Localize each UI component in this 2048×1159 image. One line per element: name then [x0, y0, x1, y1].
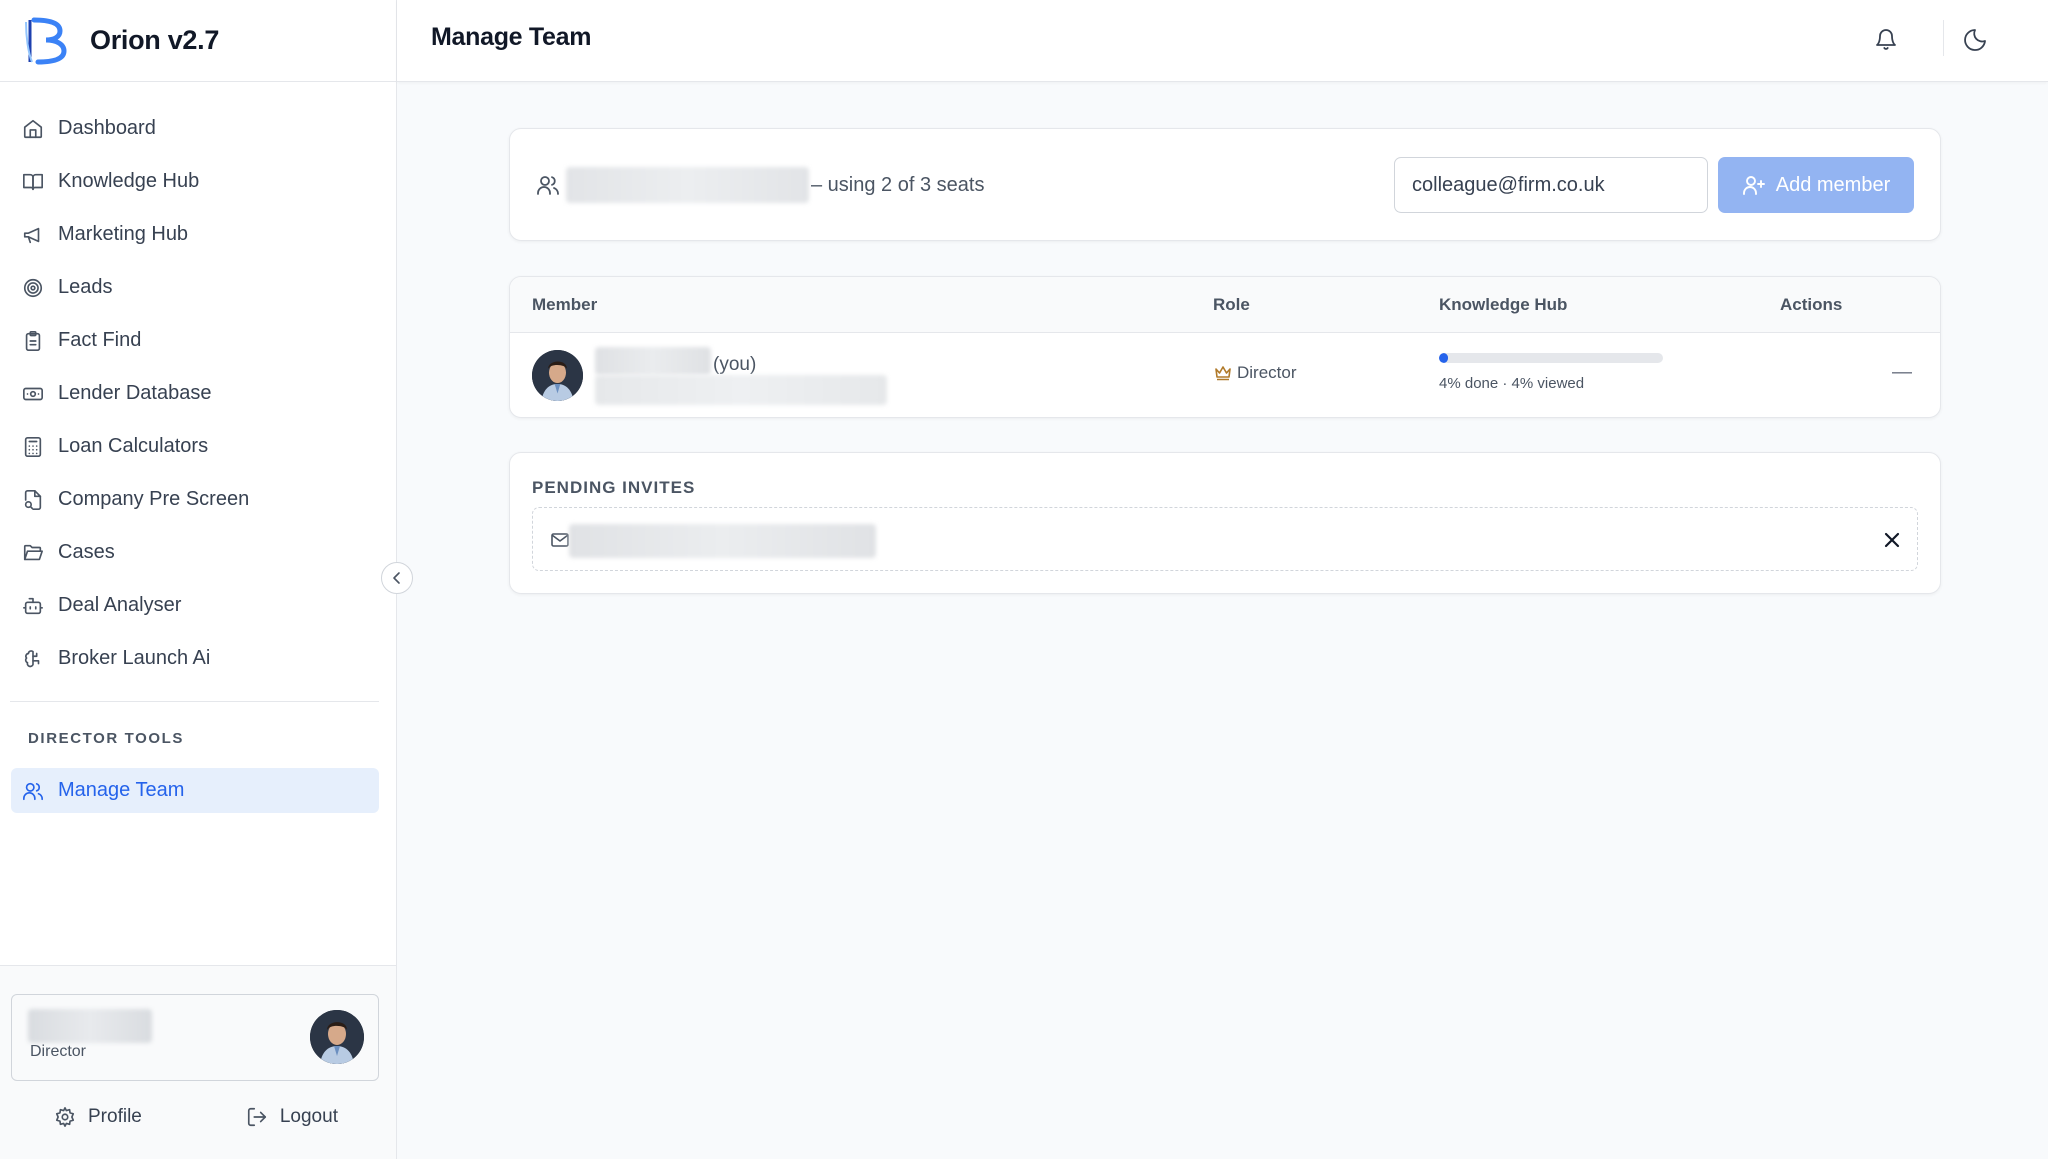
brain-icon — [24, 649, 40, 667]
profile-label: Profile — [88, 1106, 142, 1127]
column-header-knowledge-hub: Knowledge Hub — [1439, 295, 1568, 314]
members-table: Member Role Knowledge Hub Actions (you) … — [509, 276, 1941, 418]
bot-icon — [23, 597, 43, 614]
you-label: (you) — [713, 354, 757, 375]
sidebar-item-manage-team[interactable]: Manage Team — [11, 768, 379, 813]
avatar-photo-icon — [532, 350, 583, 401]
brand: Orion v2.7 — [0, 0, 396, 82]
table-row: (you) Director 4% done · 4% viewed — — [510, 333, 1940, 417]
seats-summary: – using 2 of 3 seats — [811, 174, 985, 196]
clipboard-icon — [25, 330, 41, 351]
row-action-placeholder: — — [1892, 361, 1912, 383]
redacted-user-name — [28, 1009, 152, 1043]
sidebar-item-loan-calculators[interactable]: Loan Calculators — [0, 420, 396, 473]
sidebar-item-label: Cases — [58, 541, 115, 563]
sidebar-item-company-pre-screen[interactable]: Company Pre Screen — [0, 473, 396, 526]
logout-link[interactable]: Logout — [246, 1106, 338, 1128]
users-icon — [23, 782, 43, 800]
add-member-button[interactable]: Add member — [1718, 157, 1914, 213]
user-role: Director — [30, 1043, 87, 1060]
sidebar-item-leads[interactable]: Leads — [0, 261, 396, 314]
redacted-invite-email — [569, 524, 876, 558]
sidebar-item-broker-launch-ai[interactable]: Broker Launch Ai — [0, 632, 396, 685]
column-header-member: Member — [532, 295, 598, 314]
calculator-icon — [24, 436, 42, 457]
pending-invites-heading: PENDING INVITES — [532, 478, 696, 497]
chevron-left-icon — [393, 572, 400, 584]
logout-label: Logout — [279, 1106, 338, 1127]
column-header-actions: Actions — [1780, 295, 1843, 314]
banknote-icon — [23, 387, 43, 400]
gear-icon — [55, 1107, 75, 1127]
role-label: Director — [1237, 363, 1297, 382]
topbar: Manage Team — [397, 0, 2048, 82]
sidebar-item-label: Company Pre Screen — [58, 488, 250, 510]
book-open-icon — [23, 173, 43, 190]
progress-text: 4% done · 4% viewed — [1439, 375, 1585, 392]
sidebar-item-dashboard[interactable]: Dashboard — [0, 102, 396, 155]
redacted-member-name — [595, 347, 711, 375]
collapse-sidebar-button[interactable] — [381, 562, 413, 594]
avatar[interactable] — [310, 1010, 364, 1064]
sidebar-item-label: Lender Database — [58, 382, 212, 404]
users-icon — [537, 176, 559, 195]
file-search-icon — [24, 489, 42, 510]
user-area: Director Profile Logout — [0, 965, 396, 1159]
mail-icon — [551, 533, 569, 547]
column-header-role: Role — [1213, 295, 1250, 314]
brand-name: Orion v2.7 — [90, 25, 220, 55]
add-member-label: Add member — [1775, 173, 1891, 196]
progress-fill — [1439, 353, 1448, 363]
sidebar-item-label: Manage Team — [58, 779, 185, 801]
megaphone-icon — [23, 227, 40, 243]
user-card[interactable]: Director — [11, 994, 379, 1081]
avatar-photo-icon — [310, 1010, 364, 1064]
redacted-member-email — [595, 375, 887, 405]
profile-link[interactable]: Profile — [54, 1106, 142, 1128]
role-cell: Director — [1213, 363, 1297, 383]
moon-icon[interactable] — [1961, 24, 1991, 54]
sidebar-item-lender-database[interactable]: Lender Database — [0, 367, 396, 420]
sidebar-item-label: Loan Calculators — [58, 435, 209, 457]
user-links: Profile Logout — [0, 1106, 396, 1128]
sidebar-item-label: Deal Analyser — [58, 594, 182, 616]
sidebar-item-fact-find[interactable]: Fact Find — [0, 314, 396, 367]
crown-icon — [1215, 366, 1231, 381]
sidebar-item-label: Leads — [58, 276, 113, 298]
pending-invite-row — [532, 507, 1918, 571]
sidebar-item-label: Broker Launch Ai — [58, 647, 211, 669]
sidebar: Orion v2.7 Dashboard Knowledge Hub Marke… — [0, 0, 397, 1159]
redacted-team-name — [566, 167, 809, 203]
sidebar-item-label: Dashboard — [58, 117, 156, 139]
sidebar-item-cases[interactable]: Cases — [0, 526, 396, 579]
bell-icon[interactable] — [1871, 24, 1901, 54]
sidebar-item-marketing-hub[interactable]: Marketing Hub — [0, 208, 396, 261]
page-title: Manage Team — [431, 23, 592, 51]
pending-invites-card: PENDING INVITES — [509, 452, 1941, 594]
sidebar-item-knowledge-hub[interactable]: Knowledge Hub — [0, 155, 396, 208]
email-field[interactable] — [1394, 157, 1708, 213]
brand-logo-icon — [25, 17, 67, 64]
folder-open-icon — [23, 544, 43, 560]
avatar — [532, 350, 583, 401]
seats-card: – using 2 of 3 seats Add member — [509, 128, 1941, 241]
table-header: Member Role Knowledge Hub Actions — [510, 277, 1940, 333]
close-icon[interactable] — [1880, 528, 1904, 552]
sidebar-item-label: Marketing Hub — [58, 223, 189, 245]
sidebar-item-deal-analyser[interactable]: Deal Analyser — [0, 579, 396, 632]
section-label-director-tools: DIRECTOR TOOLS — [28, 730, 185, 747]
knowledge-hub-progress — [1439, 353, 1663, 363]
header-separator — [1943, 20, 1944, 56]
user-plus-icon — [1742, 176, 1765, 195]
sidebar-item-label: Knowledge Hub — [58, 170, 200, 192]
target-icon — [23, 278, 43, 297]
logout-icon — [247, 1107, 266, 1127]
sidebar-item-label: Fact Find — [58, 329, 142, 351]
home-icon — [23, 119, 43, 138]
sidebar-nav: Dashboard Knowledge Hub Marketing Hub Le… — [0, 82, 396, 685]
